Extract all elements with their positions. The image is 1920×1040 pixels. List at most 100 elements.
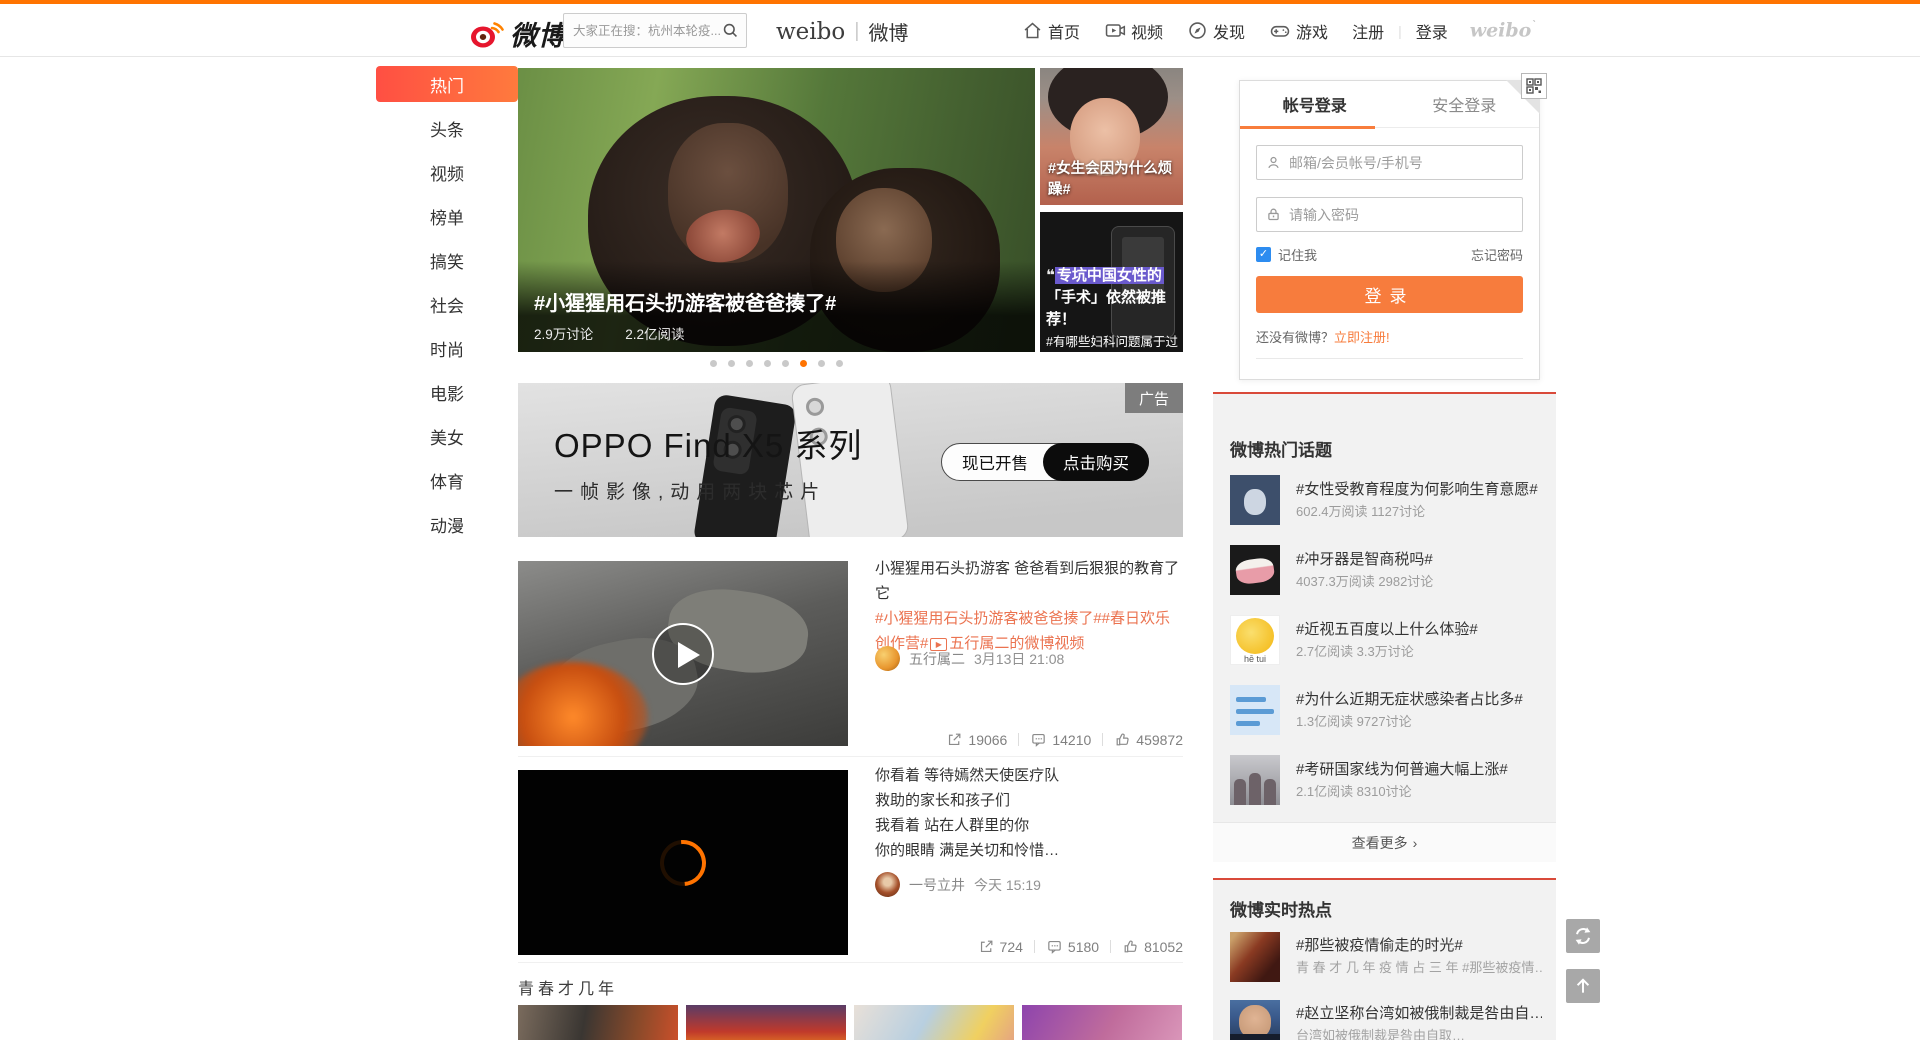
topic-row-3[interactable]: hē tui #近视五百度以上什么体验# 2.7亿阅读 3.3万讨论: [1230, 615, 1540, 673]
topic-row-5[interactable]: #考研国家线为何普遍大幅上涨# 2.1亿阅读 8310讨论: [1230, 755, 1540, 813]
nav-discover-label: 发现: [1213, 19, 1245, 43]
password-input[interactable]: [1289, 207, 1514, 223]
post2-like-button[interactable]: 81052: [1122, 938, 1183, 955]
post1-share-count: 19066: [968, 732, 1007, 748]
realtime1-title: #那些被疫情偷走的时光#: [1296, 934, 1542, 955]
register-now-link[interactable]: 立即注册!: [1334, 330, 1390, 345]
stat-divider: [1102, 733, 1103, 746]
login-panel-divider: [1256, 358, 1523, 359]
highlighted-phrase: 专坑中国女性的: [1055, 267, 1164, 284]
forgot-password-link[interactable]: 忘记密码: [1471, 245, 1523, 264]
realtime-row-1[interactable]: #那些被疫情偷走的时光# 青 春 才 几 年 疫 情 占 三 年 #那些被疫情…: [1230, 932, 1540, 992]
post2-like-count: 81052: [1144, 939, 1183, 955]
oppo-ad-banner[interactable]: 广告 OPPO Find X5 系列 一帧影像,动用两块芯片 现已开售 点击购买: [518, 383, 1183, 537]
post2-share-button[interactable]: 724: [978, 938, 1023, 955]
login-panel: 帐号登录 安全登录: [1239, 80, 1540, 380]
topic-row-4[interactable]: #为什么近期无症状感染者占比多# 1.3亿阅读 9727讨论: [1230, 685, 1540, 743]
carousel-dot-2[interactable]: [728, 360, 735, 367]
carousel-main-slide[interactable]: #小猩猩用石头扔游客被爸爸揍了# 2.9万讨论 2.2亿阅读: [518, 68, 1035, 352]
refresh-button[interactable]: [1566, 919, 1600, 953]
search-input[interactable]: [573, 24, 721, 38]
post2-comment-button[interactable]: 5180: [1046, 938, 1099, 955]
remember-checkbox[interactable]: ✓: [1256, 247, 1271, 262]
topic5-title: #考研国家线为何普遍大幅上涨#: [1296, 758, 1540, 779]
arrow-up-icon: [1573, 976, 1593, 996]
post1-comment-button[interactable]: 14210: [1030, 731, 1091, 748]
weibo-wordmark: weibo | 微博: [776, 17, 908, 46]
post2-author-name[interactable]: 一号立井: [909, 875, 965, 895]
carousel-side-thumb-bottom[interactable]: ❝专坑中国女性的 「手术」依然被推荐！ #有哪些妇科问题属于过度治疗#: [1040, 212, 1183, 352]
post1-like-button[interactable]: 459872: [1114, 731, 1183, 748]
channel-beauty[interactable]: 美女: [376, 418, 518, 454]
post1-video-thumbnail[interactable]: [518, 561, 848, 746]
carousel-dot-7[interactable]: [818, 360, 825, 367]
video-icon: [1104, 20, 1126, 41]
post1-share-button[interactable]: 19066: [946, 731, 1007, 748]
tab-account-login[interactable]: 帐号登录: [1240, 81, 1390, 127]
channel-funny[interactable]: 搞笑: [376, 242, 518, 278]
wordmark-en: weibo: [776, 19, 845, 45]
carousel-dot-1[interactable]: [710, 360, 717, 367]
carousel-dot-4[interactable]: [764, 360, 771, 367]
nav-discover[interactable]: 发现: [1187, 19, 1245, 43]
ad-buy-button[interactable]: 点击购买: [1043, 443, 1149, 481]
password-field-wrap: [1256, 197, 1523, 232]
back-to-top-button[interactable]: [1566, 969, 1600, 1003]
weibo-logo[interactable]: 微博: [468, 14, 566, 53]
carousel-title[interactable]: #小猩猩用石头扔游客被爸爸揍了#: [534, 287, 1019, 316]
post2-avatar[interactable]: [875, 872, 900, 897]
loading-spinner-icon: [651, 830, 716, 895]
carousel-discussion-count: 2.9万讨论: [534, 323, 593, 343]
post1-avatar[interactable]: [875, 646, 900, 671]
topic-row-2[interactable]: #冲牙器是智商税吗# 4037.3万阅读 2982讨论: [1230, 545, 1540, 603]
channel-anime[interactable]: 动漫: [376, 506, 518, 542]
remember-label[interactable]: 记住我: [1278, 245, 1317, 264]
carousel-dot-6-active[interactable]: [800, 360, 807, 367]
search-box[interactable]: [563, 13, 747, 48]
login-button[interactable]: 登录: [1256, 276, 1523, 313]
gallery-thumb-luggage[interactable]: [518, 1005, 678, 1040]
topic-row-1[interactable]: #女性受教育程度为何影响生育意愿# 602.4万阅读 1127讨论: [1230, 475, 1540, 533]
post1-like-count: 459872: [1136, 732, 1183, 748]
login-link[interactable]: 登录: [1416, 19, 1448, 43]
wordmark-divider: |: [854, 20, 859, 43]
carousel-dot-8[interactable]: [836, 360, 843, 367]
channel-movies[interactable]: 电影: [376, 374, 518, 410]
weibo-corner-logo: weiboˋ: [1470, 19, 1537, 41]
realtime2-title: #赵立坚称台湾如被俄制裁是咎由自…: [1296, 1002, 1542, 1023]
gallery-thumb-street[interactable]: [686, 1005, 846, 1040]
channel-rankings[interactable]: 榜单: [376, 198, 518, 234]
nav-video[interactable]: 视频: [1104, 19, 1163, 43]
carousel-dot-3[interactable]: [746, 360, 753, 367]
channel-video[interactable]: 视频: [376, 154, 518, 190]
ad-subtitle: 一帧影像,动用两块芯片: [554, 477, 826, 504]
realtime-row-2[interactable]: #赵立坚称台湾如被俄制裁是咎由自… 台湾如被俄制裁是咎由自取…: [1230, 1000, 1540, 1040]
ad-cta[interactable]: 现已开售 点击购买: [941, 443, 1149, 481]
channel-fashion[interactable]: 时尚: [376, 330, 518, 366]
gallery-thumb-baby[interactable]: [854, 1005, 1014, 1040]
post2-video-thumbnail[interactable]: [518, 770, 848, 955]
channel-sports[interactable]: 体育: [376, 462, 518, 498]
post1-author-name[interactable]: 五行属二: [909, 649, 965, 669]
nav-home-label: 首页: [1048, 19, 1080, 43]
topic5-thumbnail: [1230, 755, 1280, 805]
nav-video-label: 视频: [1131, 19, 1163, 43]
search-icon[interactable]: [721, 21, 740, 40]
channel-society[interactable]: 社会: [376, 286, 518, 322]
view-more-button[interactable]: 查看更多 ›: [1213, 822, 1556, 862]
topic4-stats: 1.3亿阅读 9727讨论: [1296, 711, 1412, 730]
tab-safe-login[interactable]: 安全登录: [1390, 81, 1540, 127]
carousel-dot-5[interactable]: [782, 360, 789, 367]
channel-headlines[interactable]: 头条: [376, 110, 518, 146]
nav-home[interactable]: 首页: [1022, 19, 1080, 43]
play-button-icon[interactable]: [652, 623, 714, 685]
gallery-thumb-concert[interactable]: [1022, 1005, 1182, 1040]
share-icon: [978, 938, 995, 955]
topic1-stats: 602.4万阅读 1127讨论: [1296, 501, 1425, 520]
nav-games[interactable]: 游戏: [1269, 19, 1328, 43]
username-input[interactable]: [1289, 155, 1514, 171]
register-link[interactable]: 注册: [1352, 19, 1384, 43]
carousel-side-thumb-top[interactable]: #女生会因为什么烦躁#: [1040, 68, 1183, 205]
channel-hot[interactable]: 热门: [376, 66, 518, 102]
comment-icon: [1030, 731, 1047, 748]
